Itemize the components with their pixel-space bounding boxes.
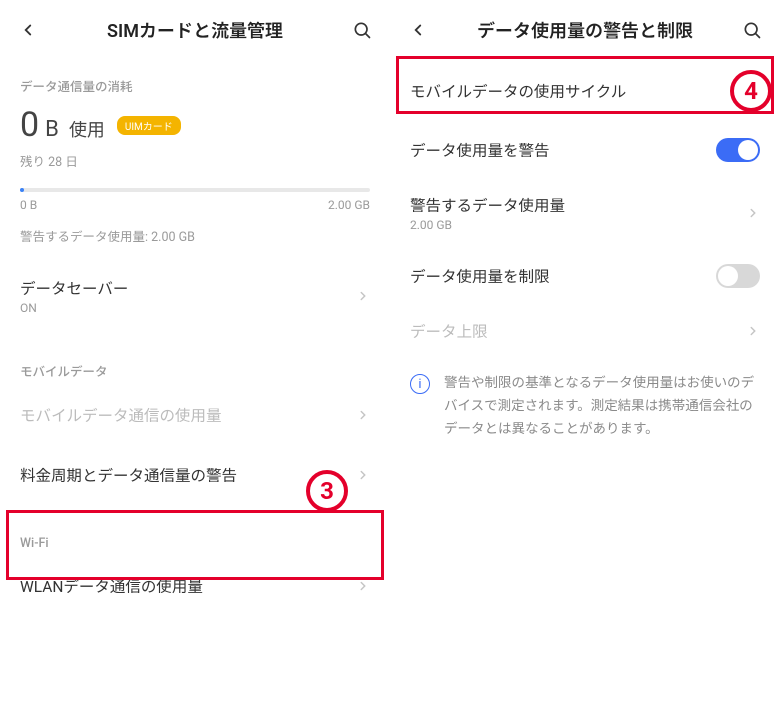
chevron-right-icon <box>356 408 370 422</box>
header: データ使用量の警告と制限 <box>390 0 780 60</box>
wlan-usage-label: WLANデータ通信の使用量 <box>20 575 356 597</box>
chevron-right-icon <box>746 324 760 338</box>
row-warn-data-toggle[interactable]: データ使用量を警告 <box>390 122 780 178</box>
progress-fill <box>20 188 24 192</box>
progress-scale: 0 B 2.00 GB <box>20 198 370 212</box>
back-button[interactable] <box>404 16 432 44</box>
content: モバイルデータの使用サイクル データ使用量を警告 警告するデータ使用量 2.00… <box>390 60 780 712</box>
warn-data-toggle[interactable] <box>716 138 760 162</box>
highlight-badge-4: 4 <box>730 70 772 112</box>
info-text: 警告や制限の基準となるデータ使用量はお使いのデバイスで測定されます。測定結果は携… <box>444 372 760 441</box>
limit-data-toggle[interactable] <box>716 264 760 288</box>
warning-threshold-text: 警告するデータ使用量: 2.00 GB <box>20 226 370 245</box>
scale-max: 2.00 GB <box>328 198 370 212</box>
data-saver-state: ON <box>20 301 356 315</box>
section-wifi: Wi-Fi <box>0 510 390 561</box>
section-mobile-data: モバイルデータ <box>0 331 390 390</box>
progress-bar <box>20 188 370 192</box>
warn-amount-value: 2.00 GB <box>410 218 746 232</box>
page-title: データ使用量の警告と制限 <box>440 17 730 43</box>
row-mobile-data-cycle[interactable]: モバイルデータの使用サイクル <box>390 60 780 122</box>
screen-data-warning-limit: データ使用量の警告と制限 モバイルデータの使用サイクル データ使用量を警告 警告… <box>390 0 780 712</box>
warn-data-label: データ使用量を警告 <box>410 139 716 161</box>
search-icon[interactable] <box>348 16 376 44</box>
usage-block: 0 B 使用 UIMカード 残り 28 日 0 B 2.00 GB 警告するデー… <box>0 105 390 251</box>
row-wlan-usage[interactable]: WLANデータ通信の使用量 <box>0 561 390 611</box>
content: データ通信量の消耗 0 B 使用 UIMカード 残り 28 日 0 B 2.00… <box>0 60 390 712</box>
info-icon: i <box>410 374 430 394</box>
row-limit-data-toggle[interactable]: データ使用量を制限 <box>390 248 780 304</box>
page-title: SIMカードと流量管理 <box>50 17 340 43</box>
search-icon[interactable] <box>738 16 766 44</box>
billing-cycle-warning-label: 料金周期とデータ通信量の警告 <box>20 464 356 486</box>
scale-min: 0 B <box>20 198 37 212</box>
row-mobile-data-usage[interactable]: モバイルデータ通信の使用量 <box>0 390 390 440</box>
info-note: i 警告や制限の基準となるデータ使用量はお使いのデバイスで測定されます。測定結果… <box>390 358 780 455</box>
chevron-right-icon <box>356 579 370 593</box>
data-limit-label: データ上限 <box>410 320 746 342</box>
row-data-limit-value: データ上限 <box>390 304 780 358</box>
screen-sim-management: SIMカードと流量管理 データ通信量の消耗 0 B 使用 UIMカード 残り 2… <box>0 0 390 712</box>
chevron-right-icon <box>746 206 760 220</box>
mobile-data-cycle-label: モバイルデータの使用サイクル <box>410 80 746 102</box>
chevron-right-icon <box>356 468 370 482</box>
chevron-right-icon <box>356 289 370 303</box>
header: SIMカードと流量管理 <box>0 0 390 60</box>
remaining-days: 残り 28 日 <box>20 151 370 170</box>
uim-chip: UIMカード <box>117 116 181 135</box>
usage-unit: B <box>45 117 59 142</box>
usage-used-label: 使用 <box>69 116 105 142</box>
back-button[interactable] <box>14 16 42 44</box>
section-data-usage: データ通信量の消耗 <box>0 60 390 105</box>
data-saver-label: データセーバー <box>20 277 356 299</box>
highlight-badge-3: 3 <box>306 470 348 512</box>
limit-data-label: データ使用量を制限 <box>410 265 716 287</box>
usage-line: 0 B 使用 UIMカード <box>20 105 370 145</box>
warn-amount-label: 警告するデータ使用量 <box>410 194 746 216</box>
row-warn-amount[interactable]: 警告するデータ使用量 2.00 GB <box>390 178 780 248</box>
mobile-data-usage-label: モバイルデータ通信の使用量 <box>20 404 356 426</box>
row-data-saver[interactable]: データセーバー ON <box>0 261 390 331</box>
usage-number: 0 <box>20 105 39 145</box>
